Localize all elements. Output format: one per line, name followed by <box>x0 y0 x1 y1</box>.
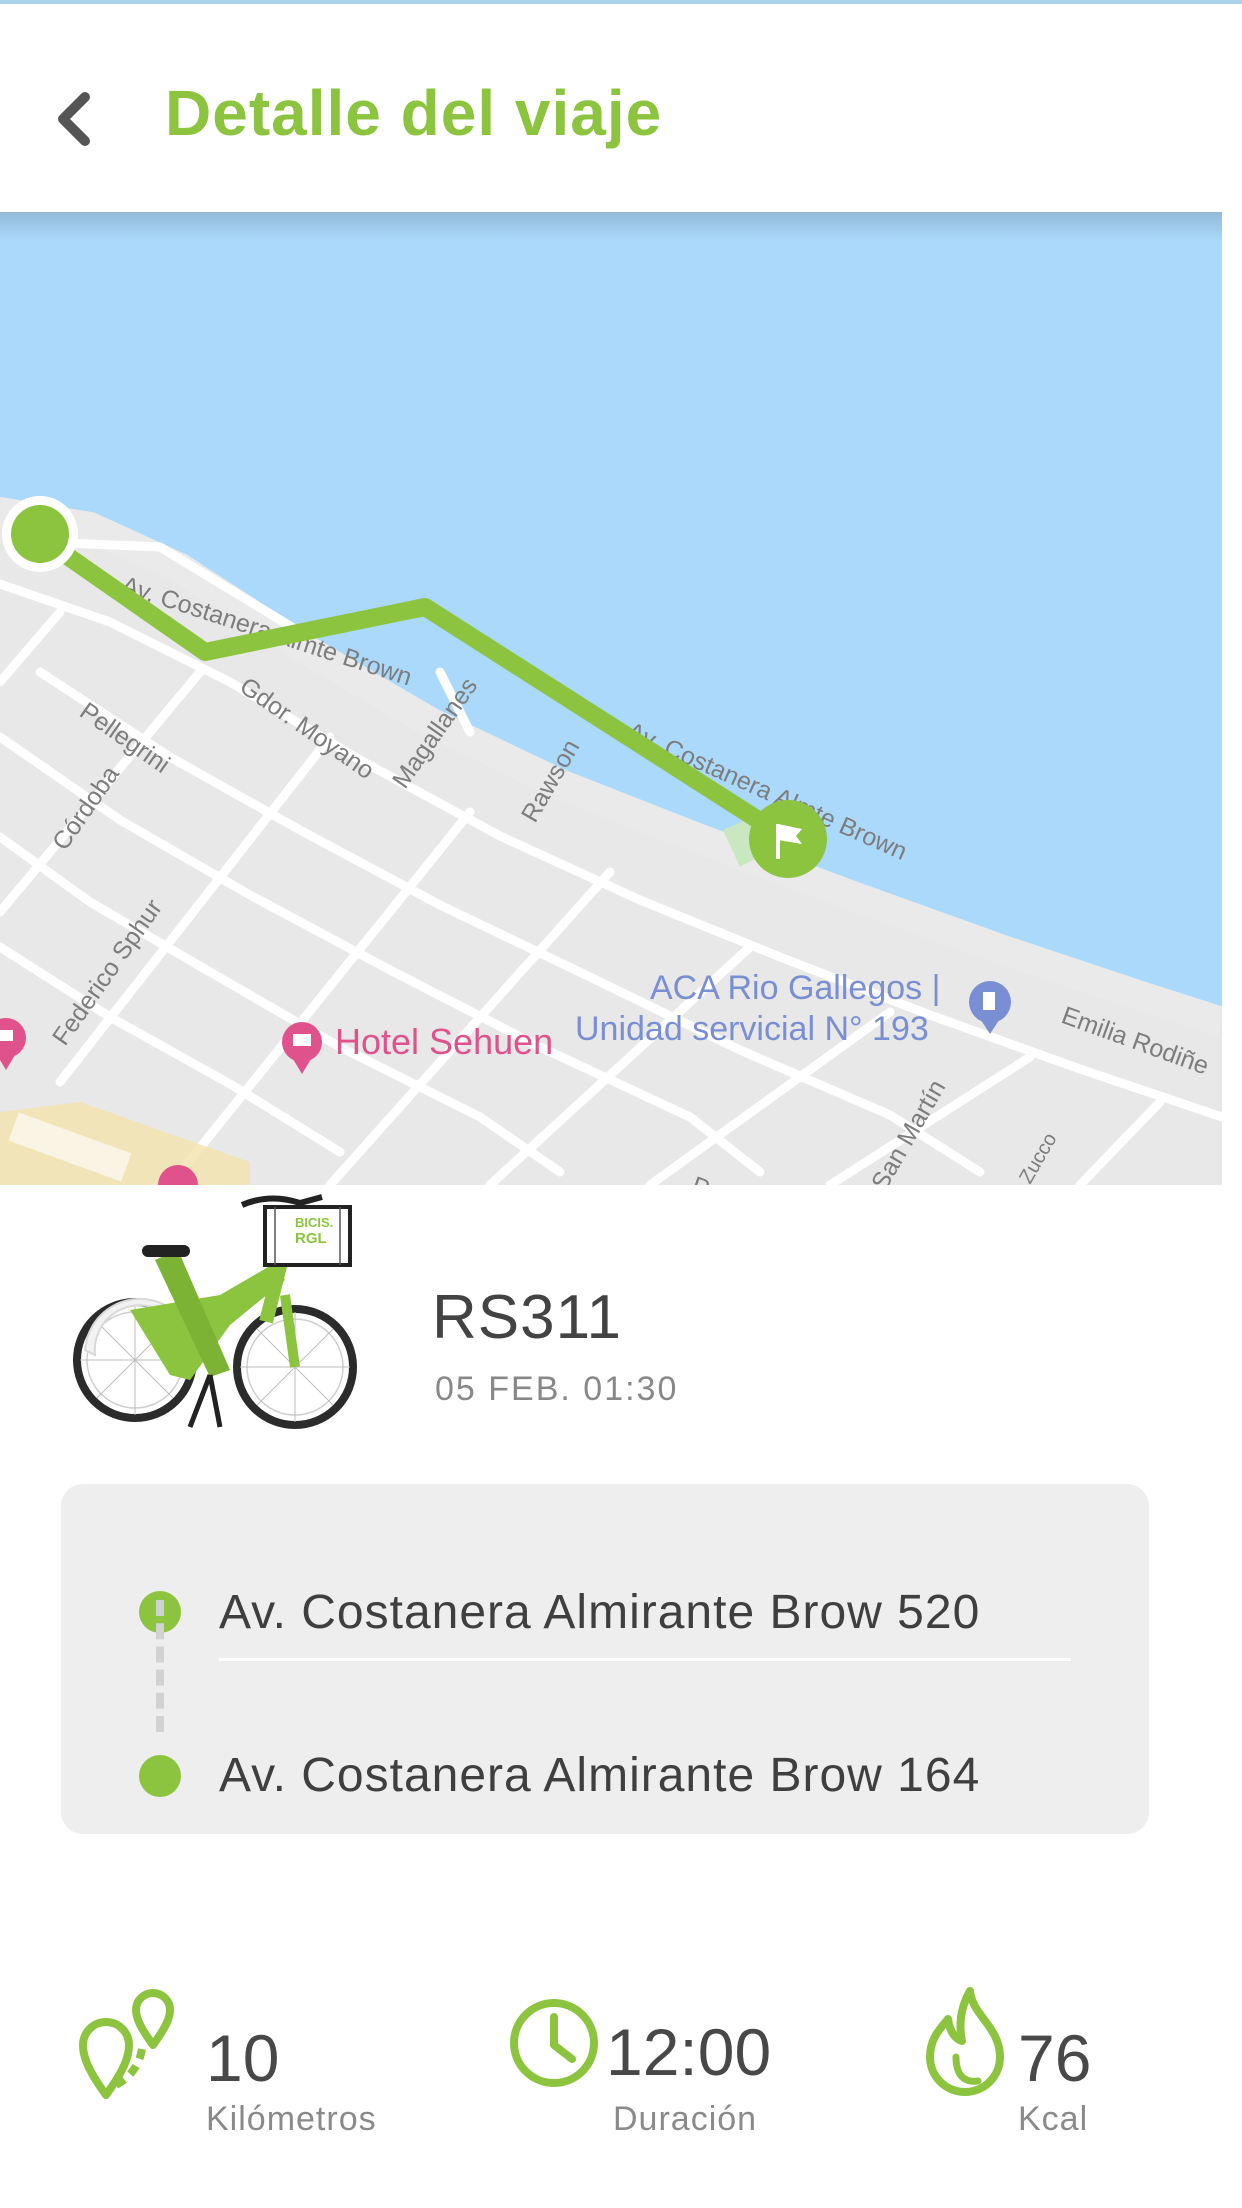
bike-id: RS311 <box>432 1283 622 1352</box>
distance-value: 10 <box>206 2021 280 2095</box>
destination-address: Av. Costanera Almirante Brow 164 <box>219 1749 981 1802</box>
poi-hotel-label: Hotel Sehuen <box>335 1021 553 1062</box>
back-button[interactable] <box>48 86 98 152</box>
origin-address: Av. Costanera Almirante Brow 520 <box>219 1586 981 1639</box>
bike-logo-line2: RGL <box>295 1230 327 1247</box>
bike-image: BICIS. RGL <box>70 1145 390 1445</box>
poi-aca-label-2: Unidad servicial N° 193 <box>575 1010 929 1048</box>
duration-label: Duración <box>613 2100 758 2138</box>
distance-label: Kilómetros <box>206 2100 377 2138</box>
flame-icon <box>922 1985 1008 2105</box>
destination-dot <box>139 1755 181 1797</box>
chevron-left-icon <box>58 92 90 146</box>
poi-aca-label-1: ACA Rio Gallegos | <box>650 969 940 1007</box>
calories-label: Kcal <box>1018 2100 1089 2138</box>
page-title: Detalle del viaje <box>165 77 663 149</box>
calories-value: 76 <box>1018 2021 1092 2095</box>
bike-logo-line1: BICIS. <box>295 1215 333 1230</box>
duration-value: 12:00 <box>606 2015 772 2089</box>
start-marker[interactable] <box>2 496 78 572</box>
app-header: Detalle del viaje <box>0 4 1242 212</box>
route-pins-icon <box>78 1985 183 2105</box>
trip-datetime: 05 FEB. 01:30 <box>435 1370 679 1408</box>
trip-map[interactable]: Av. Costanera Almte Brown Av. Costanera … <box>0 212 1222 1185</box>
route-divider <box>219 1658 1071 1661</box>
end-marker[interactable] <box>749 800 827 878</box>
clock-icon <box>508 1997 600 2094</box>
route-connector <box>156 1600 164 1732</box>
